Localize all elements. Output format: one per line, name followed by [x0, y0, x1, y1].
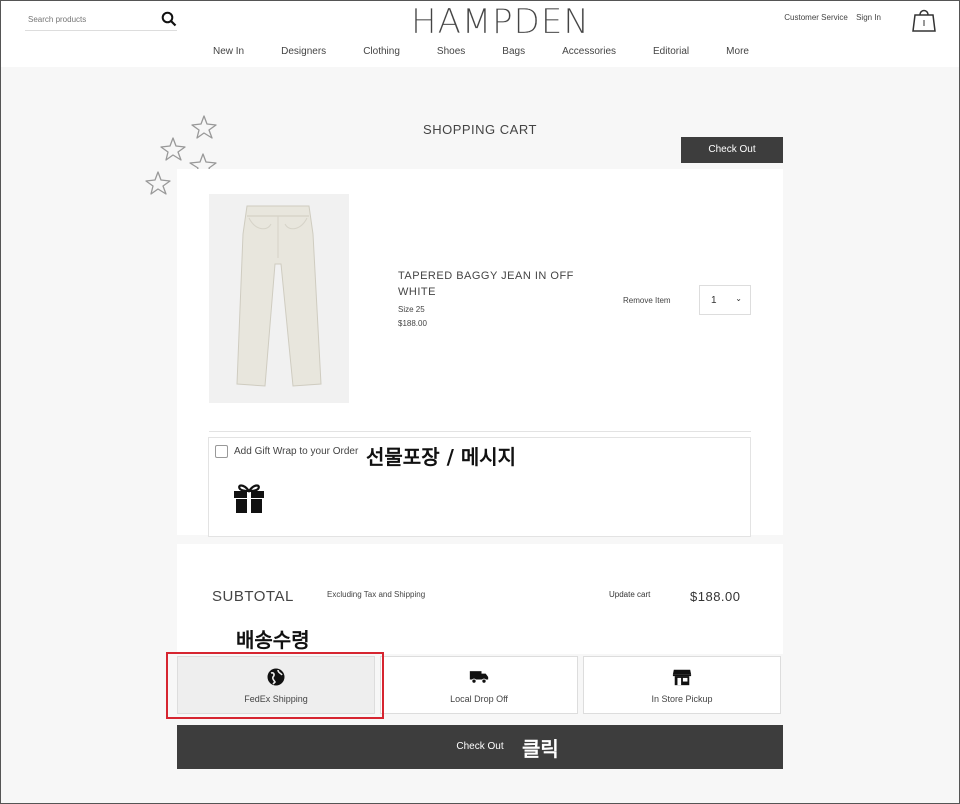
- subtotal-label: SUBTOTAL: [212, 588, 294, 605]
- product-image[interactable]: [209, 194, 349, 403]
- annotation-gift: 선물포장 / 메시지: [366, 445, 517, 469]
- nav-item-shoes[interactable]: Shoes: [425, 46, 477, 62]
- subtotal-note: Excluding Tax and Shipping: [327, 590, 426, 599]
- shopping-bag-icon[interactable]: [911, 7, 937, 33]
- nav-item-more[interactable]: More: [714, 46, 761, 62]
- product-size: Size 25: [398, 305, 425, 314]
- annotation-click: 클릭: [522, 737, 559, 761]
- nav-item-new-in[interactable]: New In: [201, 46, 256, 62]
- nav-item-editorial[interactable]: Editorial: [641, 46, 701, 62]
- subtotal-value: $188.00: [690, 589, 741, 604]
- remove-item-link[interactable]: Remove Item: [623, 296, 671, 305]
- account-links: Customer Service Sign In: [778, 13, 881, 22]
- product-price: $188.00: [398, 319, 427, 328]
- product-name[interactable]: TAPERED BAGGY JEAN IN OFF WHITE: [398, 268, 598, 300]
- shipping-option-local-drop-off[interactable]: Local Drop Off: [380, 656, 578, 714]
- checkout-button-bottom[interactable]: Check Out: [177, 725, 783, 769]
- search-bar[interactable]: [25, 9, 177, 31]
- shipping-option-label: In Store Pickup: [651, 694, 713, 704]
- site-logo[interactable]: HAMPDEN: [411, 3, 589, 41]
- annotation-shipping: 배송수령: [236, 628, 310, 652]
- checkout-button-top[interactable]: Check Out: [681, 137, 783, 163]
- store-icon: [672, 669, 692, 686]
- search-icon[interactable]: [161, 11, 177, 27]
- gift-icon: [234, 484, 264, 513]
- gift-wrap-label[interactable]: Add Gift Wrap to your Order: [234, 446, 358, 457]
- highlight-box: [166, 652, 384, 719]
- nav-item-accessories[interactable]: Accessories: [550, 46, 628, 62]
- chevron-down-icon: ⌄: [735, 294, 742, 303]
- shipping-option-label: Local Drop Off: [450, 694, 508, 704]
- truck-icon: [469, 671, 489, 684]
- quantity-value: 1: [711, 295, 717, 306]
- gift-wrap-checkbox[interactable]: [215, 445, 228, 458]
- main-nav: New In Designers Clothing Shoes Bags Acc…: [201, 46, 761, 62]
- update-cart-link[interactable]: Update cart: [609, 590, 650, 599]
- customer-service-link[interactable]: Customer Service: [784, 13, 848, 22]
- sign-in-link[interactable]: Sign In: [856, 13, 881, 22]
- search-input[interactable]: [28, 9, 148, 30]
- shipping-option-store-pickup[interactable]: In Store Pickup: [583, 656, 781, 714]
- jeans-illustration: [236, 205, 322, 387]
- page-title: SHOPPING CART: [423, 122, 537, 137]
- nav-item-clothing[interactable]: Clothing: [351, 46, 412, 62]
- nav-item-bags[interactable]: Bags: [490, 46, 537, 62]
- nav-item-designers[interactable]: Designers: [269, 46, 338, 62]
- site-header: HAMPDEN Customer Service Sign In New In …: [1, 1, 959, 67]
- quantity-select[interactable]: 1 ⌄: [699, 285, 751, 315]
- divider: [209, 431, 751, 432]
